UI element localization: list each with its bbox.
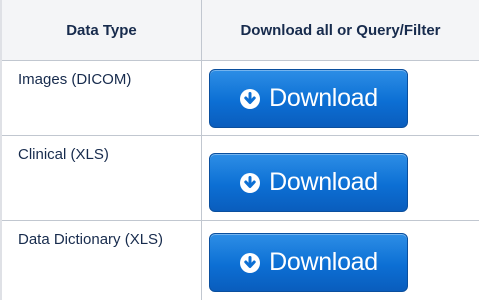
row-label-clinical: Clinical (XLS) — [18, 146, 109, 163]
column-divider — [201, 0, 202, 300]
download-button-label: Download — [269, 168, 378, 196]
download-circle-icon — [239, 88, 261, 110]
row-label-data-dictionary: Data Dictionary (XLS) — [18, 231, 164, 248]
download-data-dictionary-button[interactable]: Download — [209, 233, 408, 292]
download-button-label: Download — [269, 248, 378, 276]
table-row: Data Dictionary (XLS) Download — [0, 221, 479, 300]
download-images-button[interactable]: Download — [209, 69, 408, 128]
table-row: Images (DICOM) Download — [0, 61, 479, 136]
row-label-images: Images (DICOM) — [18, 71, 132, 88]
download-circle-icon — [239, 252, 261, 274]
header-download: Download all or Query/Filter — [240, 21, 441, 39]
header-data-type: Data Type — [66, 21, 137, 39]
data-download-table: Data Type Download all or Query/Filter I… — [0, 0, 479, 300]
table-row: Clinical (XLS) Download — [0, 136, 479, 221]
download-clinical-button[interactable]: Download — [209, 153, 408, 212]
table-header-row: Data Type Download all or Query/Filter — [0, 0, 479, 61]
download-circle-icon — [239, 172, 261, 194]
download-button-label: Download — [269, 84, 378, 112]
table-left-border — [0, 0, 2, 300]
